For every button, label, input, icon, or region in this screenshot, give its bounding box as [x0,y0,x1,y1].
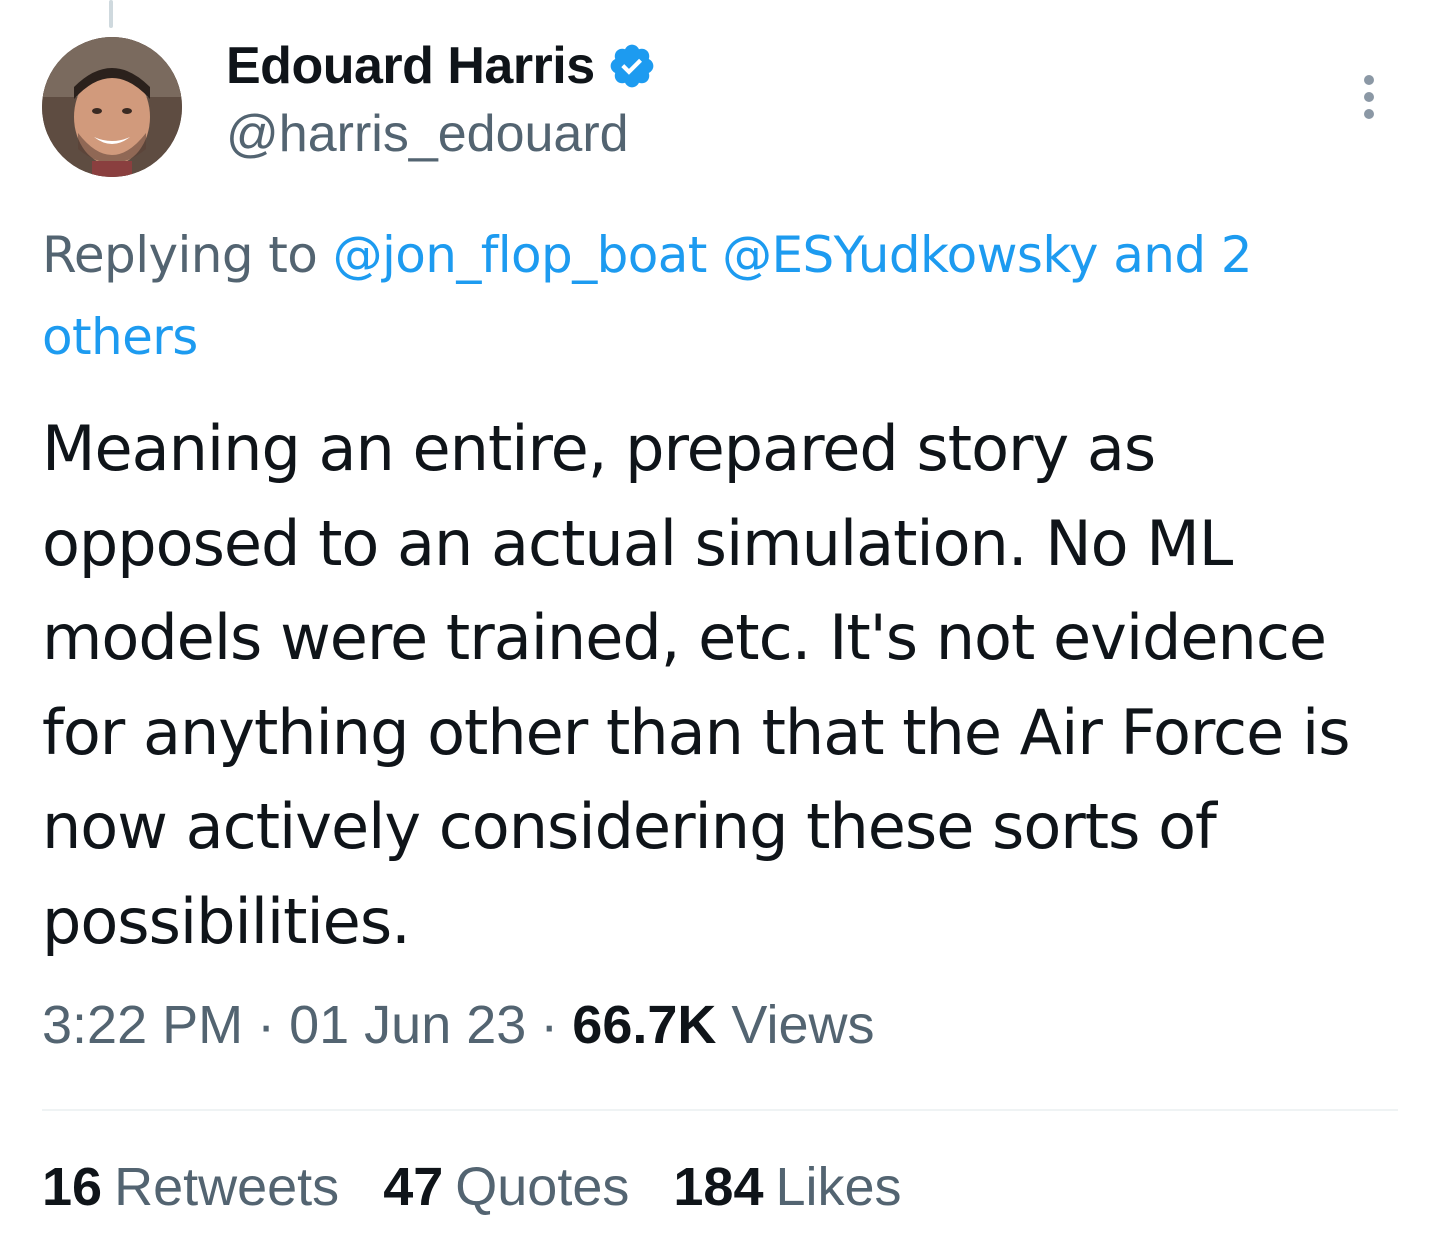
tweet-meta: 3:22 PM · 01 Jun 23 · 66.7K Views [42,994,874,1056]
engagement-stats: 16 Retweets 47 Quotes 184 Likes [42,1156,902,1218]
mention-link-esyudkowsky[interactable]: @ESYudkowsky [722,226,1098,284]
meta-separator: · [257,995,276,1055]
retweets-label: Retweets [114,1157,340,1217]
retweets-stat[interactable]: 16 Retweets [42,1156,339,1218]
divider [42,1109,1398,1111]
avatar[interactable] [42,37,182,177]
author-handle[interactable]: @harris_edouard [226,104,629,164]
more-dot [1364,75,1374,85]
reply-context: Replying to @jon_flop_boat @ESYudkowsky … [42,214,1412,378]
avatar-image [42,37,182,177]
retweets-count: 16 [42,1157,103,1217]
quotes-stat[interactable]: 47 Quotes [383,1156,629,1218]
likes-count: 184 [673,1157,764,1217]
quotes-count: 47 [383,1157,444,1217]
more-options-icon[interactable] [1346,62,1392,132]
likes-stat[interactable]: 184 Likes [673,1156,901,1218]
mention-link-jon-flop-boat[interactable]: @jon_flop_boat [333,226,708,284]
more-dot [1364,92,1374,102]
reply-prefix: Replying to [42,226,318,284]
tweet-date[interactable]: 01 Jun 23 [289,995,526,1055]
quotes-label: Quotes [455,1157,630,1217]
views-label: Views [731,995,875,1055]
likes-label: Likes [775,1157,902,1217]
more-dot [1364,109,1374,119]
tweet-text: Meaning an entire, prepared story as opp… [42,412,1351,958]
thread-connector-line [109,0,113,28]
verified-badge-icon [610,44,654,88]
author-name-row[interactable]: Edouard Harris [226,34,657,98]
tweet-time[interactable]: 3:22 PM [42,995,243,1055]
views-count: 66.7K [572,995,717,1055]
author-display-name[interactable]: Edouard Harris [226,36,595,96]
mention-connector[interactable]: and [1113,226,1206,284]
meta-separator: · [540,995,559,1055]
